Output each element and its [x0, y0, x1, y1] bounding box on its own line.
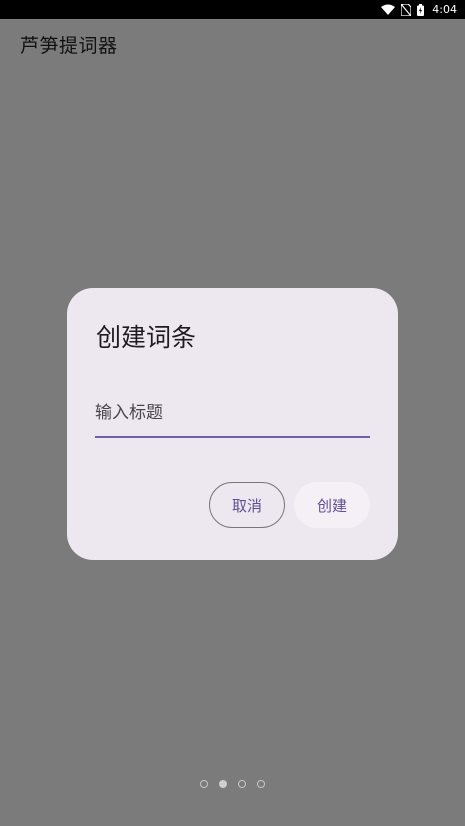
status-time: 4:04	[432, 3, 457, 16]
page-dot	[200, 780, 208, 788]
no-sim-icon	[401, 3, 412, 16]
page-dot	[219, 780, 227, 788]
create-entry-dialog: 创建词条 取消 创建	[67, 288, 398, 560]
title-text-field	[95, 386, 370, 438]
dialog-title: 创建词条	[96, 323, 197, 352]
page-dot	[257, 780, 265, 788]
page-dot	[238, 780, 246, 788]
app-title: 芦笋提词器	[20, 35, 118, 57]
create-button[interactable]: 创建	[294, 482, 370, 528]
title-input[interactable]	[95, 400, 370, 426]
cancel-button[interactable]: 取消	[209, 482, 285, 528]
page-indicator	[0, 780, 465, 790]
wifi-icon	[381, 4, 396, 15]
battery-icon	[417, 3, 425, 16]
status-bar: 4:04	[0, 0, 465, 19]
